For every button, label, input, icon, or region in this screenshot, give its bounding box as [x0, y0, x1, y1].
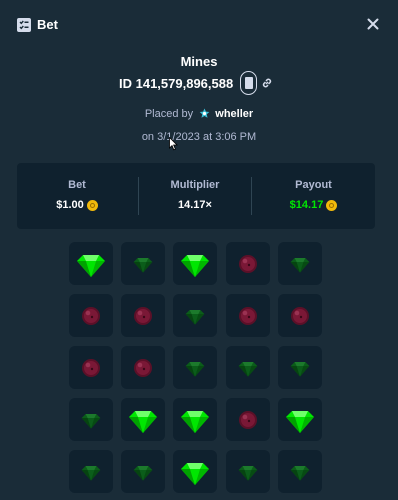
- mine-tile[interactable]: [278, 450, 322, 493]
- mine-tile[interactable]: [226, 398, 270, 441]
- gem-icon: [133, 257, 153, 273]
- stat-multiplier: Multiplier 14.17×: [139, 163, 251, 229]
- mine-tile[interactable]: [121, 346, 165, 389]
- mine-tile[interactable]: [173, 398, 217, 441]
- gem-icon: [81, 465, 101, 481]
- mine-icon: [239, 254, 257, 273]
- mine-tile[interactable]: [278, 242, 322, 285]
- modal-header: Bet: [0, 0, 398, 50]
- mine-tile[interactable]: [226, 450, 270, 493]
- gem-icon: [185, 309, 205, 325]
- mine-icon: [239, 306, 257, 325]
- gem-icon: [81, 413, 101, 429]
- multiplier-label: Multiplier: [170, 179, 220, 191]
- modal-title: Bet: [37, 17, 58, 32]
- gem-icon: [290, 361, 310, 377]
- bet-amount: $1.00: [56, 199, 84, 211]
- bet-id: ID 141,579,896,588: [119, 76, 234, 91]
- link-icon[interactable]: [261, 77, 273, 89]
- mine-tile[interactable]: [69, 346, 113, 389]
- mine-tile[interactable]: [69, 398, 113, 441]
- mine-icon: [291, 306, 309, 325]
- payout-amount: $14.17: [289, 199, 324, 211]
- gem-icon: [290, 465, 310, 481]
- gem-icon: [181, 410, 209, 433]
- mine-tile[interactable]: [278, 346, 322, 389]
- mine-tile[interactable]: [121, 398, 165, 441]
- mine-tile[interactable]: [226, 242, 270, 285]
- mine-tile[interactable]: [173, 242, 217, 285]
- gem-icon: [290, 257, 310, 273]
- gem-icon: [181, 462, 209, 485]
- mine-icon: [134, 358, 152, 377]
- coin-icon: [86, 199, 98, 211]
- placed-by-label: Placed by: [144, 108, 194, 120]
- mine-tile[interactable]: [173, 294, 217, 337]
- mine-tile[interactable]: [226, 346, 270, 389]
- mine-tile[interactable]: [121, 294, 165, 337]
- gem-icon: [181, 254, 209, 277]
- stat-bet: Bet $1.00: [17, 163, 137, 229]
- copy-button[interactable]: [240, 71, 257, 95]
- gem-icon: [185, 361, 205, 377]
- mine-tile[interactable]: [173, 346, 217, 389]
- vip-star-icon: [199, 108, 210, 118]
- mine-tile[interactable]: [69, 242, 113, 285]
- mine-tile[interactable]: [121, 450, 165, 493]
- copy-icon: [244, 77, 253, 89]
- coin-icon: [326, 199, 338, 211]
- bet-stats-panel: Bet $1.00 Multiplier 14.17× Payout $14.1…: [17, 163, 375, 229]
- gem-icon: [238, 361, 258, 377]
- mine-tile[interactable]: [69, 294, 113, 337]
- mine-tile[interactable]: [278, 398, 322, 441]
- close-icon[interactable]: [365, 16, 381, 32]
- mine-tile[interactable]: [121, 242, 165, 285]
- bet-label: Bet: [68, 179, 86, 191]
- mine-icon: [82, 358, 100, 377]
- bet-date: on 3/1/2023 at 3:06 PM: [141, 131, 257, 143]
- mine-icon: [239, 410, 257, 429]
- mine-tile[interactable]: [69, 450, 113, 493]
- gem-icon: [129, 410, 157, 433]
- gem-icon: [77, 254, 105, 277]
- payout-label: Payout: [295, 179, 332, 191]
- game-name: Mines: [180, 54, 218, 69]
- mine-tile[interactable]: [226, 294, 270, 337]
- mine-tile[interactable]: [173, 450, 217, 493]
- mine-icon: [82, 306, 100, 325]
- gem-icon: [133, 465, 153, 481]
- bet-slip-icon: [17, 18, 31, 32]
- stat-payout: Payout $14.17: [252, 163, 375, 229]
- username[interactable]: wheller: [215, 108, 253, 120]
- placed-by: Placed by wheller: [0, 108, 398, 120]
- mine-tile[interactable]: [278, 294, 322, 337]
- gem-icon: [286, 410, 314, 433]
- mine-icon: [134, 306, 152, 325]
- multiplier-value: 14.17×: [178, 199, 212, 211]
- mouse-cursor-icon: [169, 137, 178, 151]
- gem-icon: [238, 465, 258, 481]
